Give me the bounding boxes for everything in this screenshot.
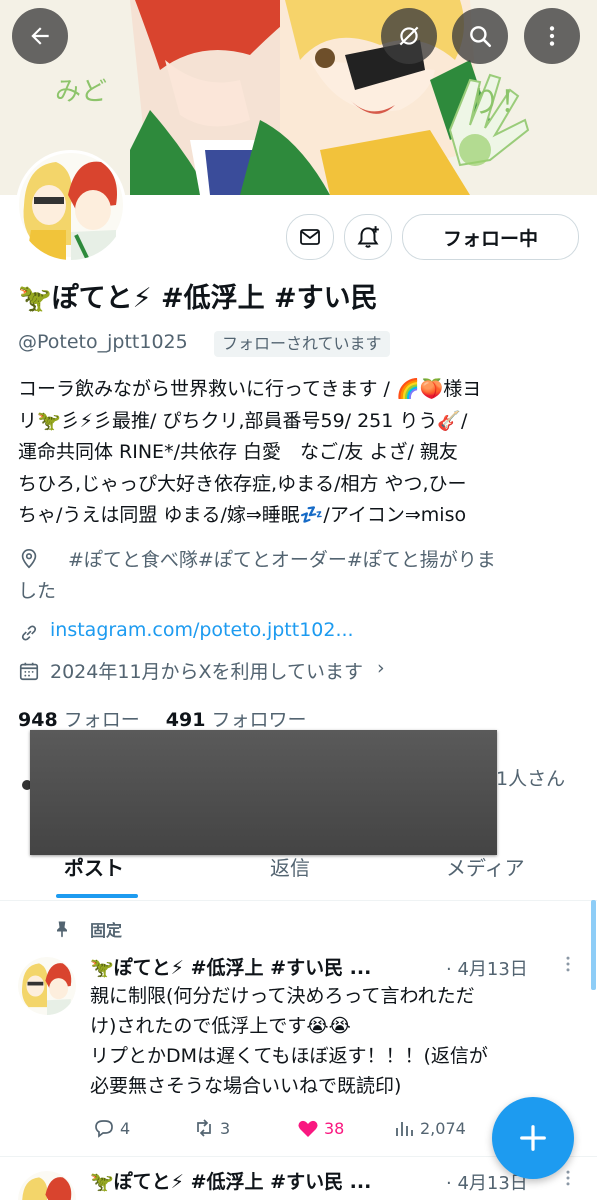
profile-avatar[interactable] <box>16 150 126 260</box>
tab-media[interactable]: メディア <box>446 852 525 881</box>
profile-location: #ぽてと食べ隊#ぽてとオーダー#ぽてと揚がりま した <box>18 545 496 607</box>
like-count: 38 <box>324 1118 345 1138</box>
chevron-right-icon: › <box>376 657 385 679</box>
location-line: した <box>18 580 57 602</box>
bell-plus-icon <box>357 226 379 248</box>
repost-button[interactable]: 3 <box>192 1116 230 1140</box>
followed-by-text[interactable]: 1人さん <box>496 764 565 791</box>
website-link[interactable]: instagram.com/poteto.jptt102... <box>50 619 354 641</box>
plus-icon <box>520 1125 546 1151</box>
post-text: 親に制限(何分だけって決めろって言われただ け)されたので低浮上です😭😭 リプと… <box>90 981 590 1101</box>
post-text-line: 必要無さそうな場合いいねで既読印) <box>90 1075 402 1097</box>
post-more-button[interactable] <box>558 1167 578 1193</box>
tab-posts[interactable]: ポスト <box>64 852 124 881</box>
pinned-label: 固定 <box>90 921 123 940</box>
bio-line: リ🦖彡⚡彡最推/ ぴちクリ,部員番号59/ 251 りう🎸/ <box>18 409 468 432</box>
search-button[interactable] <box>452 8 508 64</box>
sync-off-icon <box>399 26 419 46</box>
bio-line: 運命共同体 RINE*/共依存 白愛 なご/友 よざ/ 親友 <box>18 441 458 463</box>
sync-button[interactable] <box>381 8 437 64</box>
reply-icon <box>95 1120 113 1138</box>
mail-icon <box>300 229 320 245</box>
link-icon <box>21 625 37 641</box>
repost-count: 3 <box>220 1118 231 1138</box>
repost-icon <box>197 1119 211 1137</box>
follows-you-badge: フォローされています <box>214 331 390 357</box>
profile-bio: コーラ飲みながら世界救いに行ってきます / 🌈🍑様ヨ リ🦖彡⚡彡最推/ ぴちクリ… <box>18 374 583 532</box>
pinned-indicator: 固定 <box>52 917 122 941</box>
tab-replies[interactable]: 返信 <box>270 852 310 881</box>
following-button[interactable]: フォロー中 <box>402 214 579 260</box>
post-avatar[interactable] <box>18 1171 76 1200</box>
profile-joined-row[interactable]: 2024年11月からXを利用しています › <box>18 657 385 684</box>
calendar-icon <box>19 662 39 681</box>
active-tab-indicator <box>56 894 138 898</box>
arrow-left-icon <box>31 27 49 45</box>
more-vertical-icon <box>566 1170 570 1186</box>
bio-line: ちひろ,じゃっぴ大好き依存症,ゆまる/相方 やつ,ひー <box>18 472 467 495</box>
view-count: 2,074 <box>420 1118 466 1138</box>
banner-text-right: り！ <box>470 86 530 119</box>
search-icon <box>470 26 492 48</box>
bar-chart-icon <box>396 1122 413 1136</box>
location-line: #ぽてと食べ隊#ぽてとオーダー#ぽてと揚がりま <box>68 549 496 571</box>
post-more-button[interactable] <box>558 953 578 979</box>
follow-counts: 948 フォロー 491 フォロワー <box>18 705 307 732</box>
post-avatar[interactable] <box>18 957 76 1015</box>
more-vertical-icon <box>566 956 570 972</box>
notify-button[interactable] <box>344 214 392 260</box>
joined-text: 2024年11月からXを利用しています <box>50 661 363 683</box>
reply-button[interactable]: 4 <box>92 1116 130 1140</box>
followers-label: フォロワー <box>211 709 307 731</box>
like-button[interactable]: 38 <box>296 1116 344 1140</box>
compose-post-button[interactable] <box>492 1097 574 1179</box>
following-label: フォロー <box>63 709 140 731</box>
post-author[interactable]: 🦖ぽてと⚡ #低浮上 #すい民 ... <box>90 1167 371 1194</box>
post-text-line: 親に制限(何分だけって決めろって言われただ <box>90 985 475 1007</box>
more-vertical-icon <box>549 26 555 46</box>
location-pin-icon <box>21 549 37 569</box>
back-button[interactable] <box>12 8 68 64</box>
profile-handle: @Poteto_jptt1025 <box>18 331 188 353</box>
reply-count: 4 <box>120 1118 131 1138</box>
profile-website-row: instagram.com/poteto.jptt102... <box>18 619 354 644</box>
post-date[interactable]: · 4月13日 <box>446 955 528 981</box>
following-count-link[interactable]: 948 フォロー <box>18 709 140 731</box>
bio-line: ちゃ/うえは同盟 ゆまる/嫁⇒睡眠💤/アイコン⇒miso <box>18 504 467 526</box>
followers-count: 491 <box>165 709 206 731</box>
more-button[interactable] <box>524 8 580 64</box>
redaction-box <box>30 730 497 855</box>
followers-count-link[interactable]: 491 フォロワー <box>166 709 307 731</box>
bio-line: コーラ飲みながら世界救いに行ってきます / 🌈🍑様ヨ <box>18 378 482 400</box>
views-button[interactable]: 2,074 <box>392 1116 466 1140</box>
post-author[interactable]: 🦖ぽてと⚡ #低浮上 #すい民 ... <box>90 953 371 980</box>
profile-name: 🦖ぽてと⚡ #低浮上 #すい民 <box>18 283 378 314</box>
profile-tabs: ポスト 返信 メディア <box>0 838 597 901</box>
post-text-line: リプとかDMは遅くてもほぼ返す！！！(返信が <box>90 1045 488 1067</box>
following-count: 948 <box>18 709 58 731</box>
pin-icon <box>57 921 67 938</box>
banner-text-left: みど <box>55 76 107 106</box>
message-button[interactable] <box>286 214 334 260</box>
post-text-line: け)されたので低浮上です😭😭 <box>90 1015 351 1037</box>
heart-filled-icon <box>298 1120 318 1137</box>
